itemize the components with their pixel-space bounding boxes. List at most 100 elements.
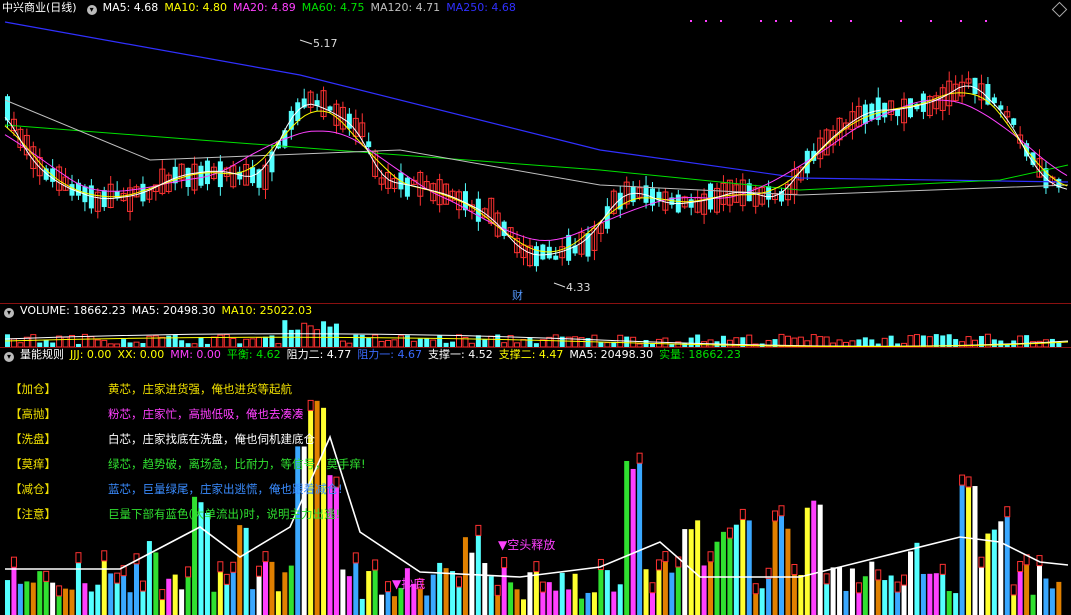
zhicheng2-value: 支撑二: 4.47 — [498, 348, 564, 361]
volume-settings-icon[interactable]: ▾ — [4, 308, 14, 318]
indicator-bar — [56, 595, 62, 615]
jjj-value: JJJ: 0.00 — [70, 348, 112, 361]
indicator-cap — [56, 585, 63, 597]
indicator-bar — [495, 595, 501, 615]
indicator-bar — [443, 568, 449, 615]
indicator-bar — [1037, 565, 1042, 615]
indicator-settings-icon[interactable]: ▾ — [4, 352, 14, 362]
indicator-bar — [708, 561, 714, 615]
indicator-bar — [604, 570, 610, 615]
volume-bar-down — [43, 339, 49, 347]
indicator-bar — [211, 591, 217, 615]
legend-tag: 【注意】 — [10, 507, 56, 521]
volume-bar-down — [366, 337, 372, 347]
candle-body-down — [972, 77, 978, 94]
volume-bar-down — [288, 329, 294, 347]
volume-bar-up — [243, 338, 250, 347]
indicator-bar — [30, 582, 36, 615]
indicator-cap — [752, 583, 759, 595]
indicator-bar — [1017, 571, 1023, 615]
indicator-cap — [823, 573, 830, 585]
indicator-cap — [875, 569, 882, 581]
indicator-bar — [611, 591, 617, 615]
indicator-bar — [43, 581, 49, 615]
indicator-bar — [385, 591, 391, 615]
volume-bar-down — [437, 335, 443, 347]
indicator-bar — [5, 580, 10, 615]
event-marker[interactable]: 财 — [512, 287, 523, 303]
indicator-bar — [1030, 594, 1036, 615]
legend-row-sell-high: 【高抛】 粉芯，庄家忙，高抛低吸，俺也去凑凑 — [10, 406, 304, 422]
indicator-bar — [759, 588, 765, 615]
indicator-bar — [908, 551, 913, 615]
indicator-bar — [366, 571, 372, 615]
indicator-cap — [707, 551, 714, 563]
indicator-bar — [720, 531, 726, 615]
price-candlestick-chart[interactable] — [0, 0, 1071, 303]
volume-bar-up — [372, 334, 379, 347]
legend-tag: 【减仓】 — [10, 482, 56, 496]
ma10-value: MA10: 4.80 — [164, 1, 228, 14]
volume-bar-down — [404, 335, 410, 347]
volume-header: ▾ VOLUME: 18662.23 MA5: 20498.30 MA10: 2502… — [0, 303, 318, 319]
short-release-label: ▼空头释放 — [498, 538, 556, 552]
volume-bar-down — [695, 334, 701, 347]
indicator-bar — [134, 563, 139, 615]
pingheng-value: 平衡: 4.62 — [226, 348, 281, 361]
indicator-bar — [159, 599, 165, 615]
volume-bar-up — [881, 337, 888, 347]
signal-dot — [690, 20, 692, 22]
indicator-cap — [43, 570, 50, 582]
indicator-bar — [579, 598, 585, 615]
indicator-cap — [978, 556, 985, 568]
high-price-label: 5.17 — [313, 37, 338, 50]
settings-icon[interactable]: ▾ — [86, 5, 97, 15]
indicator-bar — [843, 590, 849, 615]
indicator-bar — [275, 591, 281, 615]
signal-dot — [775, 20, 777, 22]
indicator-bar — [185, 576, 191, 615]
indicator-bar — [966, 486, 972, 615]
indicator-cap — [533, 561, 540, 573]
volume-bar-down — [198, 337, 204, 347]
volume-bar-up — [591, 334, 598, 347]
indicator-bar — [972, 486, 978, 615]
indicator-bar — [121, 575, 127, 615]
indicator-bar — [243, 527, 249, 615]
indicator-cap — [662, 551, 669, 563]
zuli2-value: 阻力二: 4.77 — [286, 348, 352, 361]
volume-bar-up — [488, 335, 495, 347]
volume-pane[interactable]: ▾ VOLUME: 18662.23 MA5: 20498.30 MA10: 2502… — [0, 303, 1071, 347]
indicator-bar — [88, 591, 94, 615]
volume-bar-down — [327, 326, 333, 347]
candle-body-down — [172, 166, 178, 184]
indicator-pane[interactable]: ▾ 量能规则 JJJ: 0.00 XX: 0.00 MM: 0.00 平衡: 4.62 阻力… — [0, 347, 1071, 615]
legend-tag: 【洗盘】 — [10, 432, 56, 446]
indicator-bar — [521, 599, 526, 615]
candle-body-down — [546, 246, 552, 259]
shiliang-value: 实量: 18662.23 — [659, 348, 741, 361]
indicator-bar — [127, 592, 133, 615]
volume-value: VOLUME: 18662.23 — [20, 304, 126, 317]
indicator-bar — [695, 520, 701, 615]
indicator-bar — [920, 573, 926, 615]
volume-bar-down — [475, 335, 481, 347]
indicator-bar — [50, 582, 56, 615]
volume-bar-down — [359, 334, 365, 347]
indicator-bar — [1043, 578, 1049, 615]
indicator-bar — [798, 574, 804, 615]
volume-bar-up — [913, 334, 920, 347]
high-pointer — [299, 39, 313, 45]
volume-ma10: MA10: 25022.03 — [221, 304, 313, 317]
indicator-bar — [585, 592, 591, 615]
signal-dot — [720, 20, 722, 22]
stock-name: 中兴商业(日线) — [2, 1, 77, 14]
volume-bar-down — [933, 334, 939, 347]
indicator-cap — [494, 584, 501, 596]
price-chart-pane[interactable]: 中兴商业(日线) ▾ MA5: 4.68 MA10: 4.80 MA20: 4.89 MA… — [0, 0, 1071, 303]
signal-dot — [705, 20, 707, 22]
volume-bar-down — [424, 338, 430, 347]
indicator-bar — [998, 521, 1004, 615]
indicator-bar — [430, 574, 436, 615]
indicator-bar — [17, 583, 23, 615]
